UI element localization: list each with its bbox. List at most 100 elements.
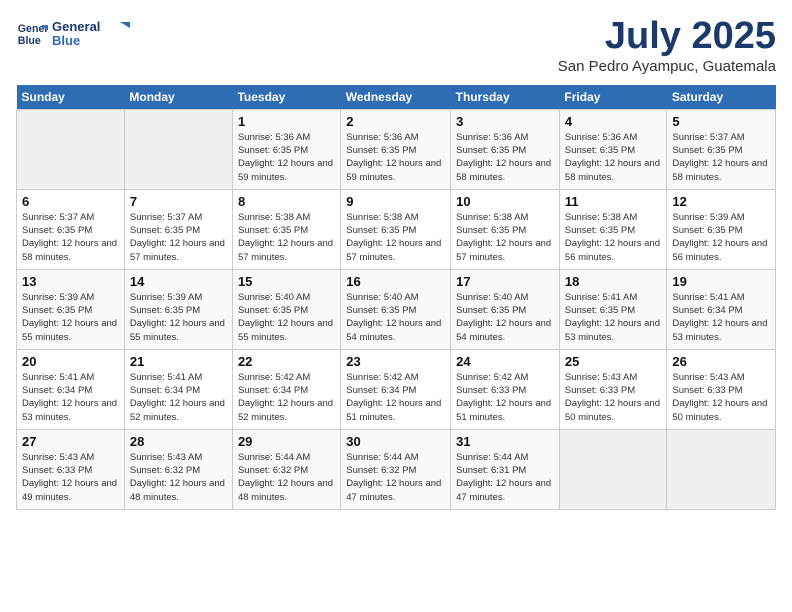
calendar-cell: 15Sunrise: 5:40 AMSunset: 6:35 PMDayligh… xyxy=(232,269,340,349)
day-number: 27 xyxy=(22,434,119,449)
calendar-cell: 14 Sunrise: 5:39 AMSunset: 6:35 PMDayligh… xyxy=(124,269,232,349)
calendar-cell: 6Sunrise: 5:37 AMSunset: 6:35 PMDaylight… xyxy=(17,189,125,269)
svg-text:General: General xyxy=(52,19,100,34)
week-row-5: 27 Sunrise: 5:43 AMSunset: 6:33 PMDayligh… xyxy=(17,429,776,509)
day-info: Sunrise: 5:41 AMSunset: 6:34 PMDaylight:… xyxy=(130,371,227,424)
weekday-header-sunday: Sunday xyxy=(17,85,125,110)
svg-text:Blue: Blue xyxy=(52,33,80,48)
day-info: Sunrise: 5:42 AMSunset: 6:34 PMDaylight:… xyxy=(346,371,445,424)
day-info: Sunrise: 5:43 AMSunset: 6:33 PMDaylight:… xyxy=(22,451,119,504)
day-number: 5 xyxy=(672,114,770,129)
day-info: Sunrise: 5:39 AMSunset: 6:35 PMDaylight:… xyxy=(130,291,227,344)
day-info: Sunrise: 5:42 AMSunset: 6:34 PMDaylight:… xyxy=(238,371,335,424)
calendar-cell: 9Sunrise: 5:38 AMSunset: 6:35 PMDaylight… xyxy=(341,189,451,269)
calendar-cell: 29 Sunrise: 5:44 AMSunset: 6:32 PMDayligh… xyxy=(232,429,340,509)
calendar-cell: 27 Sunrise: 5:43 AMSunset: 6:33 PMDayligh… xyxy=(17,429,125,509)
day-info: Sunrise: 5:40 AMSunset: 6:35 PMDaylight:… xyxy=(346,291,445,344)
location-title: San Pedro Ayampuc, Guatemala xyxy=(558,58,776,75)
day-number: 17 xyxy=(456,274,554,289)
calendar-cell: 21 Sunrise: 5:41 AMSunset: 6:34 PMDayligh… xyxy=(124,349,232,429)
weekday-header-thursday: Thursday xyxy=(451,85,560,110)
week-row-4: 20Sunrise: 5:41 AMSunset: 6:34 PMDayligh… xyxy=(17,349,776,429)
day-number: 2 xyxy=(346,114,445,129)
day-number: 11 xyxy=(565,194,661,209)
day-number: 26 xyxy=(672,354,770,369)
day-info: Sunrise: 5:40 AMSunset: 6:35 PMDaylight:… xyxy=(238,291,335,344)
calendar-cell: 4 Sunrise: 5:36 AMSunset: 6:35 PMDaylight… xyxy=(559,109,666,189)
day-number: 1 xyxy=(238,114,335,129)
calendar-cell: 26 Sunrise: 5:43 AMSunset: 6:33 PMDayligh… xyxy=(667,349,776,429)
calendar-cell: 10Sunrise: 5:38 AMSunset: 6:35 PMDayligh… xyxy=(451,189,560,269)
page-header: General Blue General Blue July 2025 San … xyxy=(16,16,776,75)
logo: General Blue General Blue xyxy=(16,16,132,52)
calendar-cell: 20Sunrise: 5:41 AMSunset: 6:34 PMDayligh… xyxy=(17,349,125,429)
day-info: Sunrise: 5:44 AMSunset: 6:32 PMDaylight:… xyxy=(238,451,335,504)
day-info: Sunrise: 5:44 AMSunset: 6:31 PMDaylight:… xyxy=(456,451,554,504)
day-info: Sunrise: 5:37 AMSunset: 6:35 PMDaylight:… xyxy=(22,211,119,264)
calendar-cell: 18 Sunrise: 5:41 AMSunset: 6:35 PMDayligh… xyxy=(559,269,666,349)
day-info: Sunrise: 5:41 AMSunset: 6:34 PMDaylight:… xyxy=(22,371,119,424)
week-row-3: 13 Sunrise: 5:39 AMSunset: 6:35 PMDayligh… xyxy=(17,269,776,349)
day-number: 31 xyxy=(456,434,554,449)
day-info: Sunrise: 5:41 AMSunset: 6:35 PMDaylight:… xyxy=(565,291,661,344)
calendar-cell: 28 Sunrise: 5:43 AMSunset: 6:32 PMDayligh… xyxy=(124,429,232,509)
day-info: Sunrise: 5:39 AMSunset: 6:35 PMDaylight:… xyxy=(672,211,770,264)
day-number: 18 xyxy=(565,274,661,289)
week-row-2: 6Sunrise: 5:37 AMSunset: 6:35 PMDaylight… xyxy=(17,189,776,269)
day-info: Sunrise: 5:37 AMSunset: 6:35 PMDaylight:… xyxy=(130,211,227,264)
day-info: Sunrise: 5:38 AMSunset: 6:35 PMDaylight:… xyxy=(565,211,661,264)
day-info: Sunrise: 5:43 AMSunset: 6:33 PMDaylight:… xyxy=(672,371,770,424)
day-number: 7 xyxy=(130,194,227,209)
weekday-header-tuesday: Tuesday xyxy=(232,85,340,110)
weekday-header-friday: Friday xyxy=(559,85,666,110)
day-info: Sunrise: 5:41 AMSunset: 6:34 PMDaylight:… xyxy=(672,291,770,344)
calendar-cell: 11 Sunrise: 5:38 AMSunset: 6:35 PMDayligh… xyxy=(559,189,666,269)
day-number: 14 xyxy=(130,274,227,289)
calendar-cell: 7 Sunrise: 5:37 AMSunset: 6:35 PMDaylight… xyxy=(124,189,232,269)
calendar-cell: 30Sunrise: 5:44 AMSunset: 6:32 PMDayligh… xyxy=(341,429,451,509)
calendar-cell: 24Sunrise: 5:42 AMSunset: 6:33 PMDayligh… xyxy=(451,349,560,429)
day-number: 4 xyxy=(565,114,661,129)
day-number: 21 xyxy=(130,354,227,369)
day-number: 28 xyxy=(130,434,227,449)
svg-text:General: General xyxy=(18,23,48,35)
day-number: 16 xyxy=(346,274,445,289)
day-number: 12 xyxy=(672,194,770,209)
day-number: 13 xyxy=(22,274,119,289)
logo-svg: General Blue xyxy=(52,16,132,52)
calendar-cell: 2 Sunrise: 5:36 AMSunset: 6:35 PMDaylight… xyxy=(341,109,451,189)
day-number: 25 xyxy=(565,354,661,369)
day-info: Sunrise: 5:43 AMSunset: 6:32 PMDaylight:… xyxy=(130,451,227,504)
day-number: 8 xyxy=(238,194,335,209)
day-info: Sunrise: 5:36 AMSunset: 6:35 PMDaylight:… xyxy=(238,131,335,184)
day-number: 29 xyxy=(238,434,335,449)
calendar-cell: 22 Sunrise: 5:42 AMSunset: 6:34 PMDayligh… xyxy=(232,349,340,429)
calendar-cell xyxy=(559,429,666,509)
calendar-cell: 3 Sunrise: 5:36 AMSunset: 6:35 PMDaylight… xyxy=(451,109,560,189)
calendar-cell: 13 Sunrise: 5:39 AMSunset: 6:35 PMDayligh… xyxy=(17,269,125,349)
day-info: Sunrise: 5:36 AMSunset: 6:35 PMDaylight:… xyxy=(565,131,661,184)
day-number: 23 xyxy=(346,354,445,369)
week-row-1: 1 Sunrise: 5:36 AMSunset: 6:35 PMDaylight… xyxy=(17,109,776,189)
day-info: Sunrise: 5:39 AMSunset: 6:35 PMDaylight:… xyxy=(22,291,119,344)
month-title: July 2025 xyxy=(558,16,776,58)
calendar-cell: 16 Sunrise: 5:40 AMSunset: 6:35 PMDayligh… xyxy=(341,269,451,349)
day-number: 22 xyxy=(238,354,335,369)
svg-text:Blue: Blue xyxy=(18,35,41,47)
day-info: Sunrise: 5:36 AMSunset: 6:35 PMDaylight:… xyxy=(456,131,554,184)
calendar-cell: 5 Sunrise: 5:37 AMSunset: 6:35 PMDaylight… xyxy=(667,109,776,189)
calendar-cell: 8Sunrise: 5:38 AMSunset: 6:35 PMDaylight… xyxy=(232,189,340,269)
calendar-table: SundayMondayTuesdayWednesdayThursdayFrid… xyxy=(16,85,776,510)
calendar-cell: 25 Sunrise: 5:43 AMSunset: 6:33 PMDayligh… xyxy=(559,349,666,429)
day-info: Sunrise: 5:38 AMSunset: 6:35 PMDaylight:… xyxy=(346,211,445,264)
day-info: Sunrise: 5:36 AMSunset: 6:35 PMDaylight:… xyxy=(346,131,445,184)
day-info: Sunrise: 5:37 AMSunset: 6:35 PMDaylight:… xyxy=(672,131,770,184)
day-info: Sunrise: 5:43 AMSunset: 6:33 PMDaylight:… xyxy=(565,371,661,424)
calendar-cell xyxy=(124,109,232,189)
calendar-cell: 23 Sunrise: 5:42 AMSunset: 6:34 PMDayligh… xyxy=(341,349,451,429)
weekday-header-monday: Monday xyxy=(124,85,232,110)
weekday-header-wednesday: Wednesday xyxy=(341,85,451,110)
day-info: Sunrise: 5:38 AMSunset: 6:35 PMDaylight:… xyxy=(456,211,554,264)
day-number: 3 xyxy=(456,114,554,129)
day-number: 19 xyxy=(672,274,770,289)
